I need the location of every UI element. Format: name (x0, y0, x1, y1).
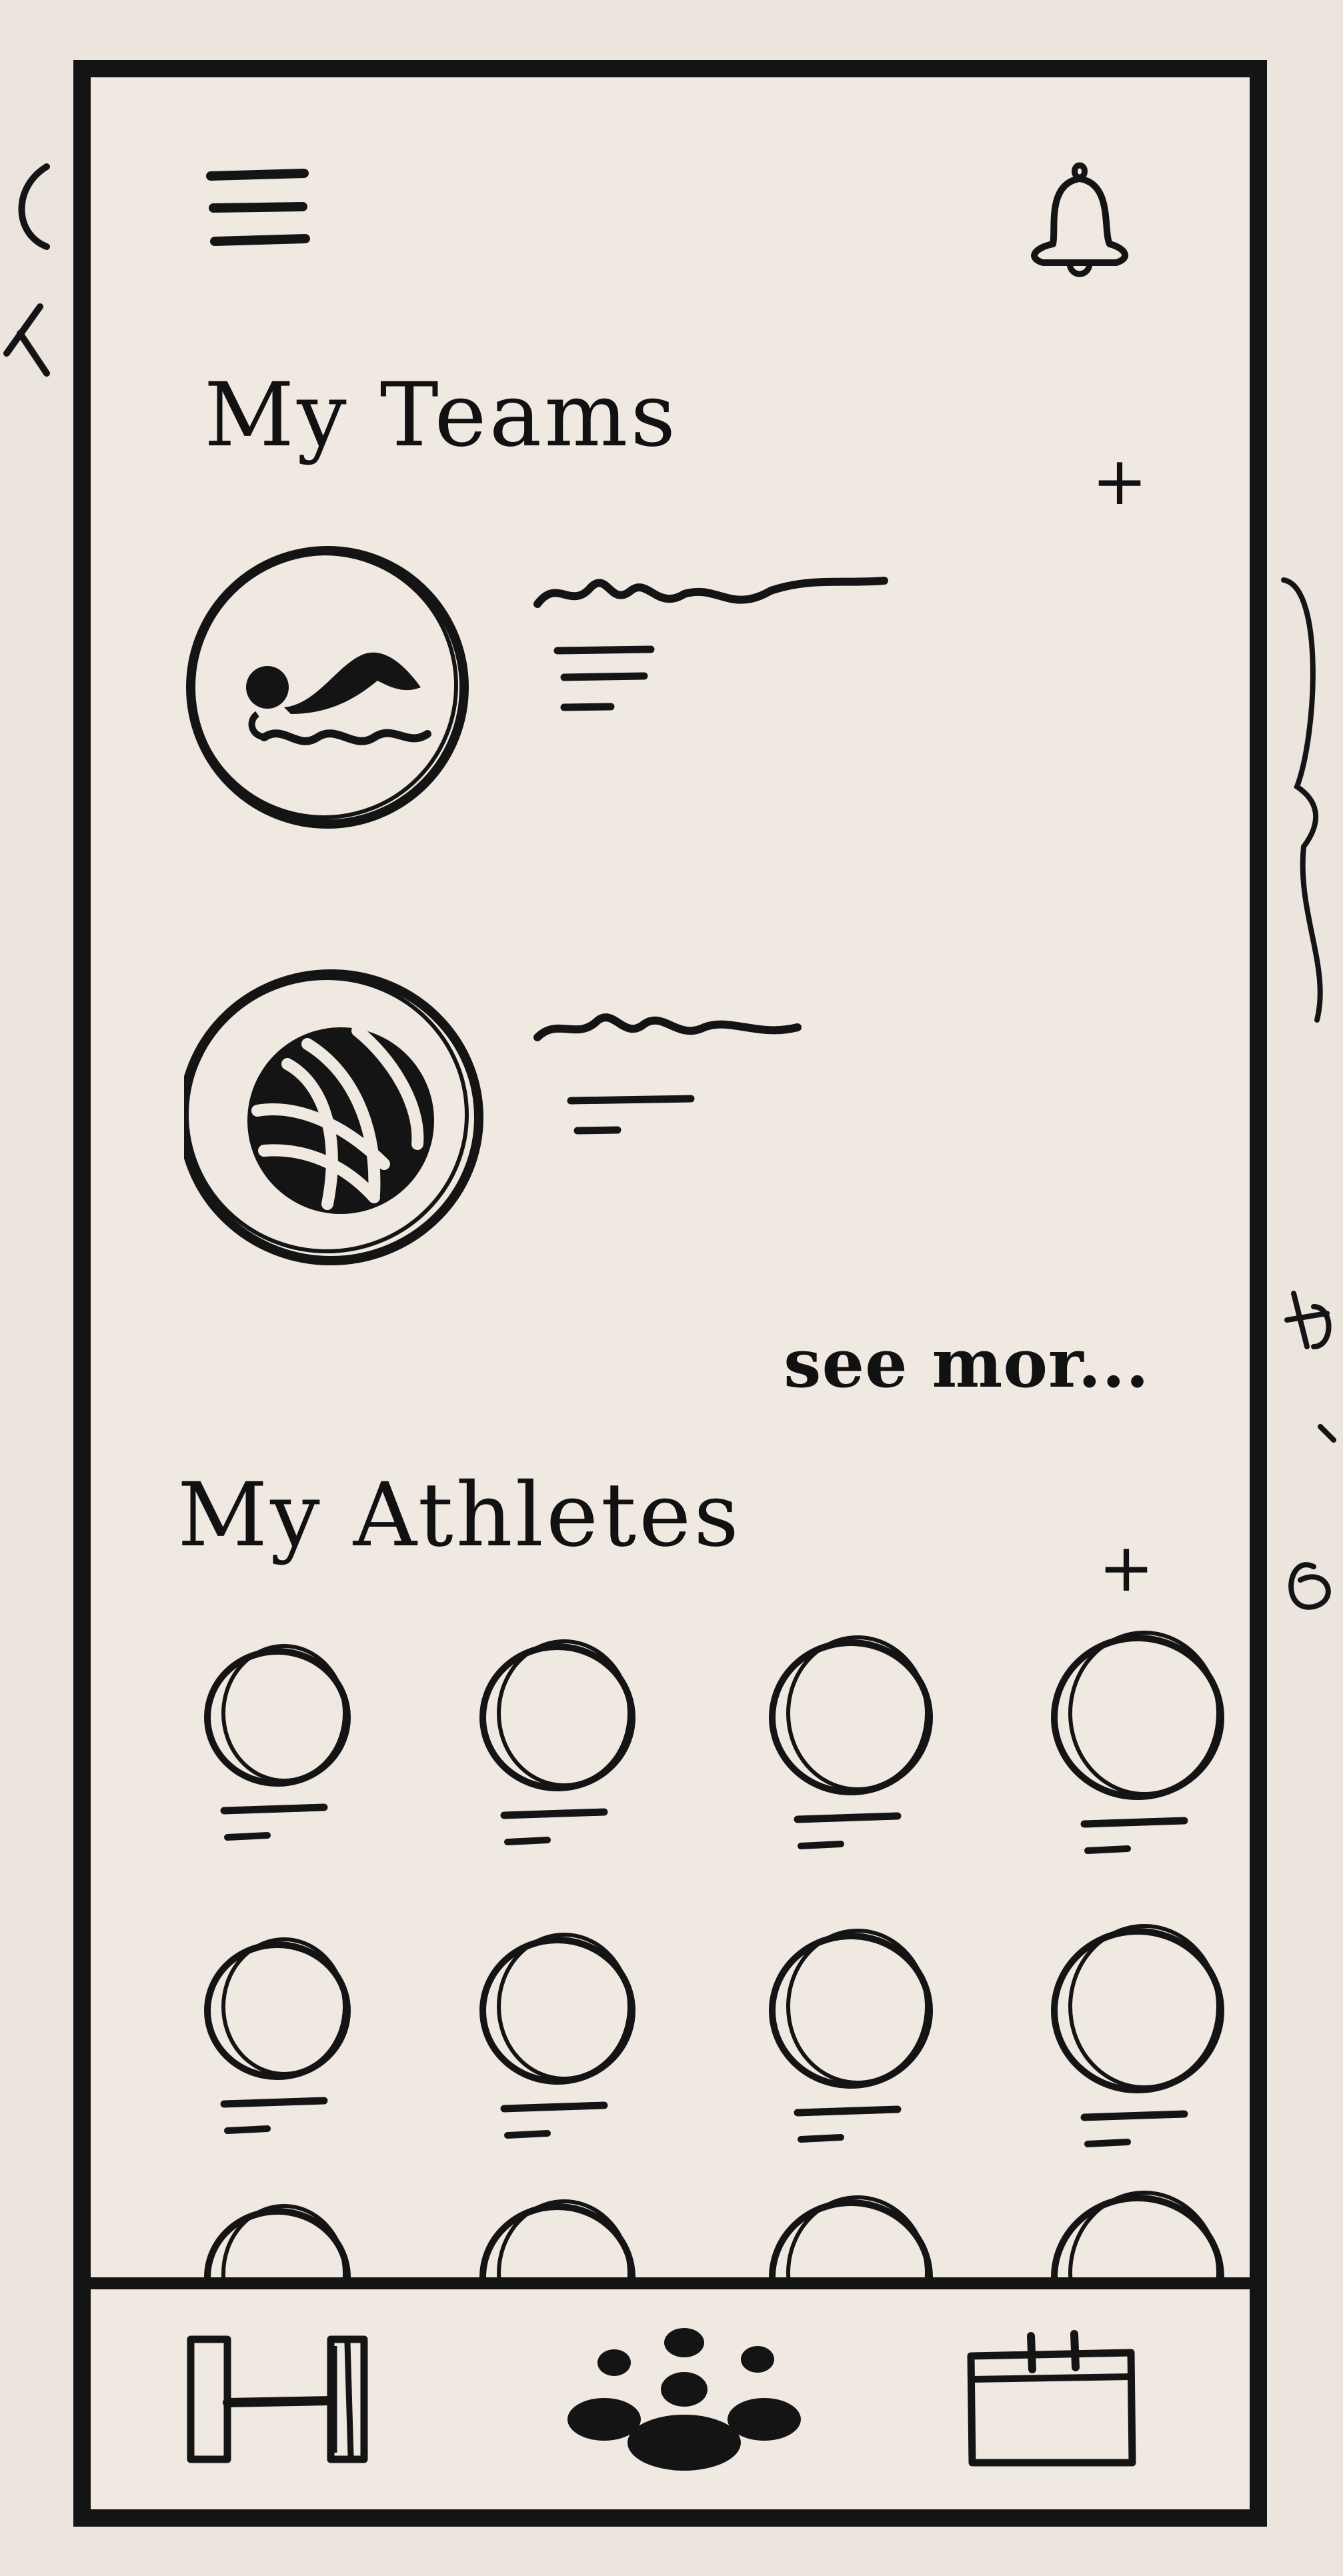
athlete-list-item[interactable] (744, 1631, 984, 1917)
bottom-tab-bar (91, 2277, 1250, 2509)
dumbbell-icon (187, 2335, 368, 2463)
athlete-list-item[interactable] (1031, 1924, 1250, 2211)
calendar-icon (967, 2330, 1136, 2467)
bell-icon[interactable] (1016, 157, 1143, 284)
see-more-link[interactable]: see mor... (784, 1324, 1150, 1403)
athlete-avatar-icon (204, 1937, 351, 2134)
athlete-avatar-icon (479, 1639, 635, 1845)
athlete-avatar-icon (1051, 1631, 1224, 1854)
margin-scribble-right (1284, 1291, 1336, 1610)
swimmer-icon (186, 546, 469, 829)
people-group-icon (567, 2328, 801, 2471)
athlete-list-item[interactable] (744, 1924, 984, 2211)
athlete-list-item[interactable] (171, 1924, 411, 2211)
phone-screen: My Teams + see mor... My Athletes + (73, 60, 1267, 2527)
athlete-list-item[interactable] (451, 1631, 691, 1917)
team-list-item[interactable] (184, 964, 1184, 1277)
athlete-list-item[interactable] (451, 1924, 691, 2211)
tab-athletes[interactable] (564, 2326, 804, 2473)
team-name-placeholder (533, 577, 888, 711)
hamburger-menu-icon[interactable] (204, 164, 317, 251)
header (91, 77, 1250, 344)
add-team-button[interactable]: + (1083, 442, 1156, 520)
my-teams-title: My Teams (204, 364, 679, 467)
athlete-avatar-icon (769, 1635, 933, 1849)
tab-workouts[interactable] (164, 2326, 404, 2473)
athlete-grid (91, 1631, 1250, 2384)
athlete-avatar-icon (479, 1933, 635, 2139)
margin-bracket-right (1281, 577, 1323, 1023)
athlete-list-item[interactable] (171, 1631, 411, 1917)
tab-calendar[interactable] (958, 2326, 1198, 2473)
athlete-avatar-icon (1051, 1924, 1224, 2147)
my-athletes-title: My Athletes (177, 1464, 742, 1567)
margin-scribble-left (3, 163, 50, 377)
athlete-list-item[interactable] (1031, 1631, 1250, 1917)
volleyball-icon (184, 969, 483, 1265)
team-list-item[interactable] (184, 537, 1184, 851)
team-name-placeholder (533, 1013, 802, 1135)
add-athlete-button[interactable]: + (1090, 1529, 1163, 1607)
athlete-avatar-icon (204, 1644, 351, 1841)
athlete-avatar-icon (769, 1929, 933, 2143)
